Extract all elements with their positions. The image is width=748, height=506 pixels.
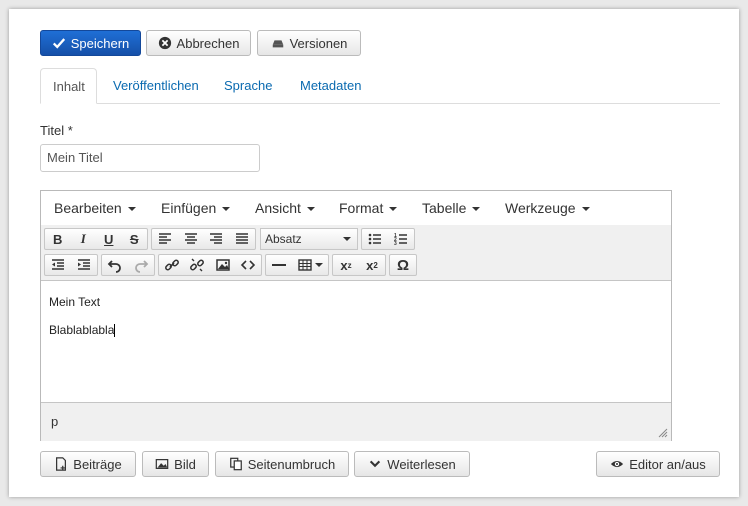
indent-group [44,254,98,276]
articles-button[interactable]: Beiträge [40,451,136,477]
menu-werkzeuge[interactable]: Werkzeuge [505,191,590,225]
chevron-down-icon [472,207,481,212]
tab-sprache[interactable]: Sprache [212,68,284,103]
cancel-button[interactable]: Abbrechen [146,30,251,56]
title-label: Titel * [40,123,73,138]
editor-toolbar: B I U S Absatz 123 x z x 2 Ω [41,225,671,281]
chevron-down-icon [370,460,381,468]
cancel-button-label: Abbrechen [176,35,240,51]
code-icon[interactable] [236,255,262,275]
menu-tabelle[interactable]: Tabelle [422,191,481,225]
chevron-down-icon [581,207,590,212]
content-line: Mein Text [49,295,101,309]
chevron-down-icon [306,207,315,212]
strikethrough-icon[interactable]: S [122,229,148,249]
chevron-down-icon [315,263,323,267]
pagebreak-button[interactable]: Seitenumbruch [215,451,349,477]
readmore-button[interactable]: Weiterlesen [354,451,470,477]
toggle-editor-button[interactable]: Editor an/aus [596,451,720,477]
bold-icon[interactable]: B [45,229,71,249]
subscript-icon[interactable]: xz [333,255,359,275]
align-center-icon[interactable] [178,229,204,249]
hr-table-group [265,254,329,276]
outdent-icon[interactable] [45,255,71,275]
image-button-label: Bild [174,456,196,472]
editor-content-area[interactable]: Mein Text Blablablabla [41,281,671,402]
tab-bar: Inhalt Veröffentlichen Sprache Metadaten [40,68,720,104]
unlink-icon[interactable] [185,255,211,275]
cancel-circle-icon [158,36,171,50]
save-button-label: Speichern [70,35,130,51]
resize-grip-icon[interactable] [658,428,668,438]
readmore-button-label: Weiterlesen [387,456,456,472]
archive-icon [272,40,283,48]
align-justify-icon[interactable] [229,229,255,249]
list-group: 123 [361,228,415,250]
versions-button[interactable]: Versionen [257,30,361,56]
eye-icon [611,460,624,468]
chevron-down-icon [343,237,351,241]
special-char-group: Ω [389,254,417,276]
underline-icon[interactable]: U [96,229,122,249]
undo-icon[interactable] [102,255,128,275]
text-cursor [114,324,116,338]
articles-button-label: Beiträge [73,456,122,472]
indent-icon[interactable] [71,255,97,275]
history-group [101,254,155,276]
table-icon[interactable] [292,255,328,275]
script-group: xz x2 [332,254,386,276]
italic-icon[interactable]: I [71,229,97,249]
rich-text-editor: Bearbeiten Einfügen Ansicht Format Tabel… [40,190,672,441]
element-path[interactable]: p [51,414,58,429]
insert-group [158,254,262,276]
picture-icon [155,459,169,469]
alignment-group [151,228,256,250]
pagebreak-button-label: Seitenumbruch [247,456,336,472]
chevron-down-icon [389,207,398,212]
horizontal-rule-icon[interactable] [266,255,292,275]
content-line: Blablablabla [49,323,116,338]
checkmark-icon [52,38,65,49]
text-style-group: B I U S [44,228,148,250]
link-icon[interactable] [159,255,185,275]
chevron-down-icon [222,207,231,212]
numbered-list-icon[interactable]: 123 [388,229,414,249]
chevron-down-icon [127,207,136,212]
versions-button-label: Versionen [289,35,348,51]
image-icon[interactable] [210,255,236,275]
menu-bearbeiten[interactable]: Bearbeiten [54,191,136,225]
article-edit-card: Speichern Abbrechen Versionen Inhalt Ver… [9,9,739,497]
title-input[interactable]: Mein Titel [40,144,260,172]
editor-statusbar: p [41,402,671,441]
copy-icon [229,457,242,471]
align-right-icon[interactable] [204,229,230,249]
file-add-icon [56,457,67,471]
tab-veroeffentlichen[interactable]: Veröffentlichen [101,68,211,103]
save-button[interactable]: Speichern [40,30,141,56]
superscript-icon[interactable]: x2 [359,255,385,275]
tab-metadaten[interactable]: Metadaten [288,68,373,103]
menu-format[interactable]: Format [339,191,398,225]
tab-inhalt[interactable]: Inhalt [40,68,97,104]
toggle-editor-button-label: Editor an/aus [629,456,706,472]
menu-einfuegen[interactable]: Einfügen [161,191,231,225]
image-button[interactable]: Bild [142,451,209,477]
menu-ansicht[interactable]: Ansicht [255,191,315,225]
redo-icon[interactable] [128,255,154,275]
format-select[interactable]: Absatz [260,228,358,250]
svg-text:3: 3 [394,241,397,247]
editor-menubar: Bearbeiten Einfügen Ansicht Format Tabel… [41,191,671,226]
align-left-icon[interactable] [152,229,178,249]
bullet-list-icon[interactable] [362,229,388,249]
omega-icon[interactable]: Ω [390,255,416,275]
